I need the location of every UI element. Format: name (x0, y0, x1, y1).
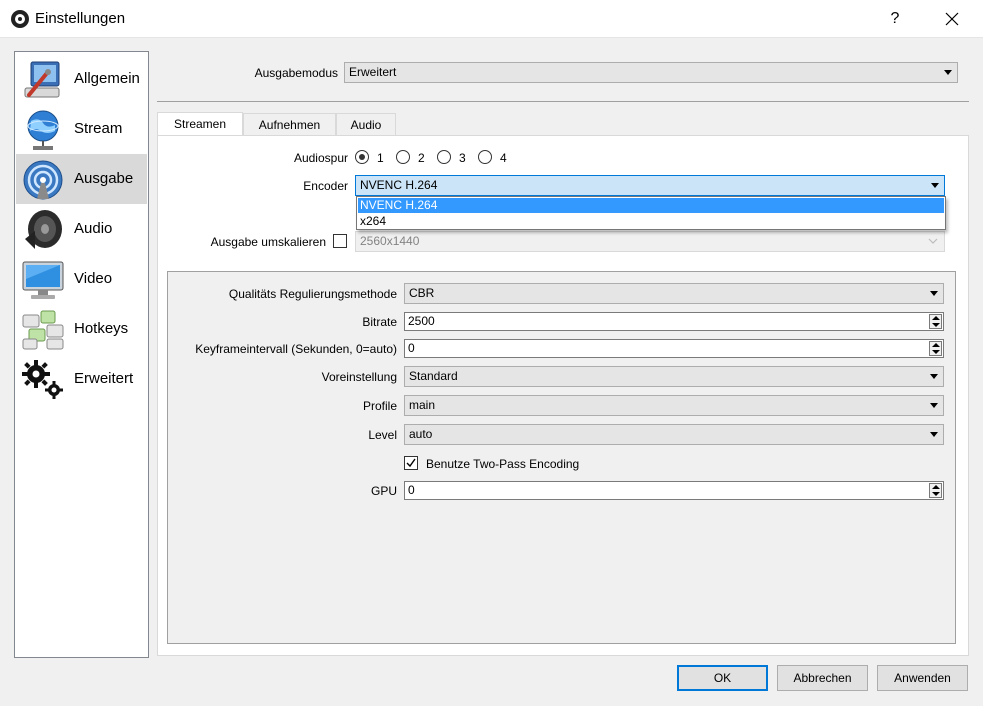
sidebar-item-ausgabe[interactable]: Ausgabe (16, 154, 147, 204)
close-button[interactable] (935, 7, 969, 31)
profile-select[interactable]: main (404, 395, 944, 416)
ok-button[interactable]: OK (677, 665, 768, 691)
title-bar: Einstellungen ? (0, 0, 983, 38)
gpu-value: 0 (408, 483, 415, 497)
sidebar-item-hotkeys[interactable]: Hotkeys (16, 304, 147, 354)
sidebar-item-label: Erweitert (74, 370, 134, 387)
spin-arrows-icon[interactable] (929, 341, 942, 356)
rescale-checkbox[interactable] (333, 234, 347, 248)
audio-track-radio-3[interactable] (437, 150, 451, 164)
sidebar-item-video[interactable]: Video (16, 254, 147, 304)
settings-monitor-icon (24, 61, 60, 98)
broadcast-icon (23, 160, 63, 200)
level-value: auto (409, 427, 433, 441)
tab-streamen[interactable]: Streamen (157, 112, 243, 137)
audio-track-option-4: 4 (500, 151, 507, 165)
bitrate-label: Bitrate (362, 315, 397, 329)
bitrate-spinbox[interactable]: 2500 (404, 312, 944, 331)
sidebar-item-label: Stream (74, 120, 123, 137)
two-pass-label: Benutze Two-Pass Encoding (426, 457, 580, 471)
keyframe-value: 0 (408, 341, 415, 355)
sidebar-item-label: Ausgabe (74, 170, 134, 187)
audio-track-option-3: 3 (459, 151, 466, 165)
apply-button[interactable]: Anwenden (877, 665, 968, 691)
sidebar-item-label: Hotkeys (74, 320, 129, 337)
audio-track-option-1: 1 (377, 151, 384, 165)
encoder-option-x264[interactable]: x264 (358, 214, 944, 229)
gpu-spinbox[interactable]: 0 (404, 481, 944, 500)
rate-control-select[interactable]: CBR (404, 283, 944, 304)
checkmark-icon (406, 458, 416, 468)
rate-control-label: Qualitäts Regulierungsmethode (228, 287, 397, 301)
sidebar-item-audio[interactable]: Audio (16, 204, 147, 254)
level-select[interactable]: auto (404, 424, 944, 445)
profile-label: Profile (362, 399, 397, 413)
gpu-label: GPU (370, 484, 397, 498)
rescale-resolution-select[interactable]: 2560x1440 (355, 231, 945, 252)
encoder-select[interactable]: NVENC H.264 (355, 175, 945, 196)
keyframe-label: Keyframeintervall (Sekunden, 0=auto) (195, 342, 397, 356)
audio-track-radio-1[interactable] (355, 150, 369, 164)
audio-track-radio-2[interactable] (396, 150, 410, 164)
sidebar-item-erweitert[interactable]: Erweitert (16, 354, 147, 404)
obs-logo-icon (11, 10, 29, 28)
encoder-dropdown-list: NVENC H.264 x264 (356, 196, 946, 230)
chevron-down-icon (930, 403, 938, 408)
sidebar-item-label: Video (74, 270, 113, 287)
sidebar-item-stream[interactable]: Stream (16, 104, 147, 154)
rescale-label: Ausgabe umskalieren (210, 235, 326, 249)
sidebar-item-label: Audio (74, 220, 113, 237)
sidebar-item-label: Allgemein (74, 70, 140, 87)
audio-track-radio-4[interactable] (478, 150, 492, 164)
chevron-down-icon (930, 291, 938, 296)
chevron-down-icon (930, 374, 938, 379)
help-button[interactable]: ? (880, 7, 910, 31)
preset-select[interactable]: Standard (404, 366, 944, 387)
preset-label: Voreinstellung (321, 370, 397, 384)
audio-track-option-2: 2 (418, 151, 425, 165)
sidebar-item-allgemein[interactable]: Allgemein (16, 54, 147, 104)
cancel-button[interactable]: Abbrechen (777, 665, 868, 691)
encoder-option-nvenc[interactable]: NVENC H.264 (358, 198, 944, 213)
audio-track-label: Audiospur (293, 151, 348, 165)
encoder-value: NVENC H.264 (360, 178, 438, 192)
tab-aufnehmen[interactable]: Aufnehmen (243, 113, 336, 136)
bitrate-value: 2500 (408, 314, 435, 328)
profile-value: main (409, 398, 436, 412)
window-title: Einstellungen (35, 10, 126, 27)
keyframe-spinbox[interactable]: 0 (404, 339, 944, 358)
keyboard-icon (22, 310, 64, 350)
speaker-icon (25, 210, 62, 249)
rate-control-value: CBR (409, 286, 435, 300)
level-label: Level (368, 428, 397, 442)
close-icon (945, 12, 959, 26)
monitor-icon (22, 261, 64, 299)
spin-arrows-icon[interactable] (929, 314, 942, 329)
rescale-value: 2560x1440 (360, 234, 420, 248)
encoder-label: Encoder (303, 179, 348, 193)
chevron-down-icon (931, 183, 939, 188)
gears-icon (22, 360, 63, 399)
preset-value: Standard (409, 369, 458, 383)
globe-network-icon (27, 110, 59, 150)
tab-audio[interactable]: Audio (336, 113, 396, 136)
settings-sidebar: Allgemein Stream Ausgabe Audio Video Hot… (14, 51, 149, 658)
chevron-down-icon (930, 432, 938, 437)
chevron-down-icon (928, 238, 938, 244)
two-pass-checkbox[interactable] (404, 456, 418, 470)
spin-arrows-icon[interactable] (929, 483, 942, 498)
